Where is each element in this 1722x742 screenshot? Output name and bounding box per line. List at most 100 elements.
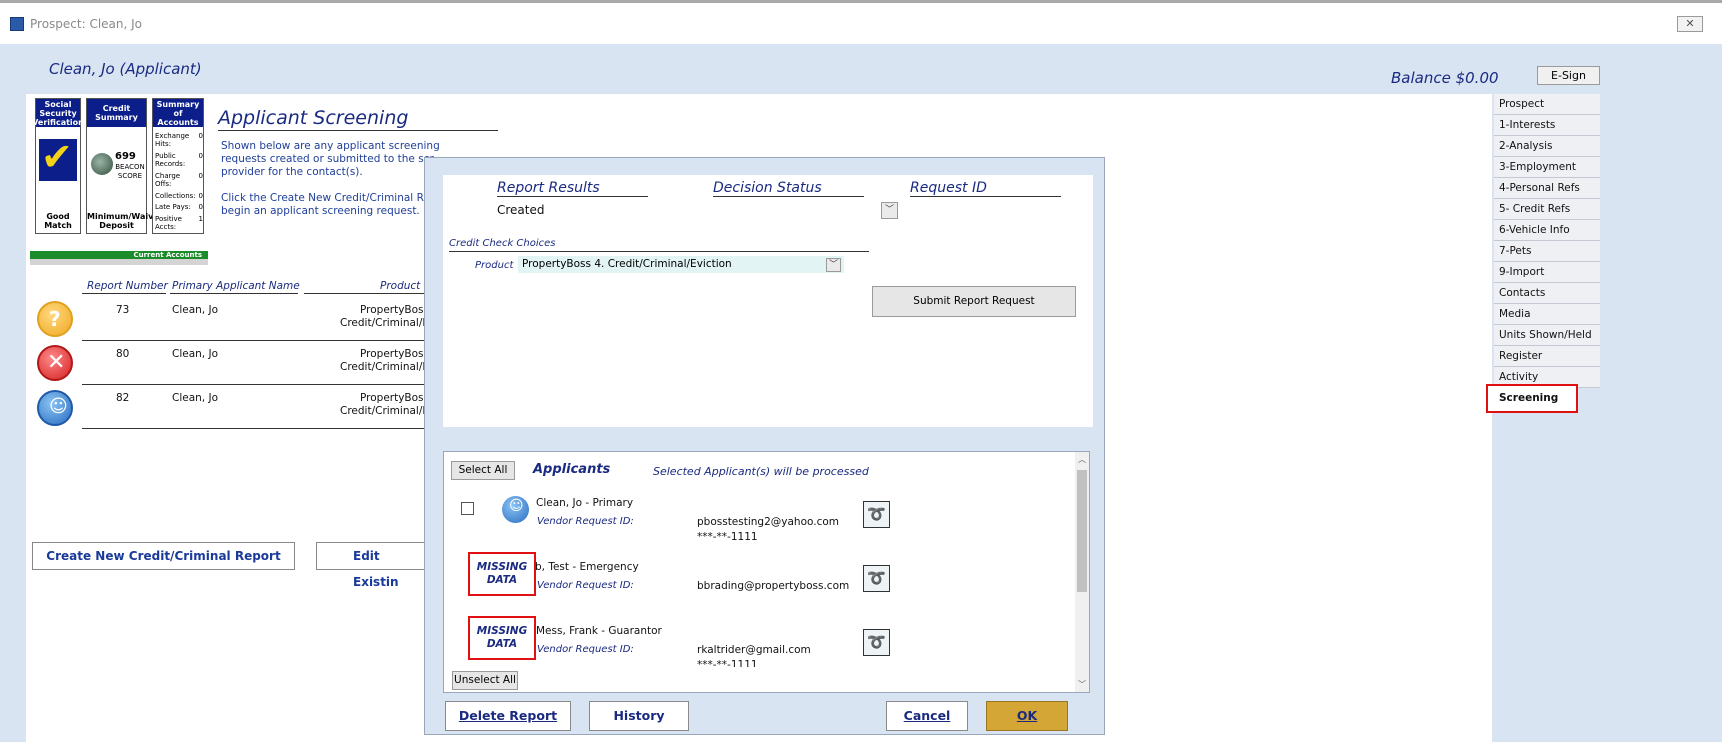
- checkmark-icon: ✔: [39, 135, 77, 181]
- credit-check-label: Credit Check Choices: [449, 238, 556, 249]
- applicant-ssn: ***-**-1111: [697, 659, 758, 667]
- vendor-request-label: Vendor Request ID:: [537, 580, 634, 591]
- nav-item-media[interactable]: Media: [1494, 304, 1600, 325]
- tile-title: Credit Summary: [87, 99, 146, 127]
- person-icon: ☺: [37, 390, 73, 426]
- nav-item-analysis[interactable]: 2-Analysis: [1494, 136, 1600, 157]
- product-label: Product: [475, 260, 514, 271]
- attachment-icon[interactable]: ➰: [863, 629, 890, 656]
- col-report-number: Report Number: [87, 280, 168, 292]
- nav-item-pets[interactable]: 7-Pets: [1494, 241, 1600, 262]
- history-button[interactable]: History: [589, 701, 689, 731]
- divider: [497, 196, 648, 197]
- scroll-down-icon[interactable]: ﹀: [1075, 678, 1089, 692]
- credit-summary-tile[interactable]: Credit Summary 699 BEACON SCORE Minimum/…: [86, 98, 159, 234]
- nav-item-personal-refs[interactable]: 4-Personal Refs: [1494, 178, 1600, 199]
- nav-item-employment[interactable]: 3-Employment: [1494, 157, 1600, 178]
- product-name: Credit/Criminal/E: [340, 361, 430, 373]
- missing-data-badge: MISSING DATA: [468, 616, 536, 660]
- cancel-button[interactable]: Cancel: [886, 701, 968, 731]
- description-line: Shown below are any applicant screening: [221, 140, 440, 152]
- ok-button[interactable]: OK: [986, 701, 1068, 731]
- chevron-down-icon: ﹀: [884, 205, 894, 215]
- delete-report-button[interactable]: Delete Report: [445, 701, 571, 731]
- person-icon: ☺: [502, 496, 529, 523]
- applicant-checkbox[interactable]: [461, 502, 474, 515]
- score-gauge-icon: [91, 153, 113, 175]
- divider: [170, 293, 298, 294]
- decision-status-label: Decision Status: [713, 180, 822, 196]
- summary-row: Exchange Hits: 0: [155, 132, 203, 148]
- window-title: Prospect: Clean, Jo: [30, 17, 143, 31]
- request-id-label: Request ID: [910, 180, 987, 196]
- summary-row: Collections: 0: [155, 192, 203, 200]
- submit-report-button[interactable]: Submit Report Request: [872, 286, 1076, 317]
- product-dropdown-button[interactable]: ﹀: [826, 258, 841, 272]
- chevron-down-icon: ﹀: [828, 260, 838, 270]
- col-primary-name: Primary Applicant Name: [172, 280, 300, 292]
- nav-item-register[interactable]: Register: [1494, 346, 1600, 367]
- row-divider: [82, 384, 442, 385]
- divider: [82, 293, 166, 294]
- description-line: Click the Create New Credit/Criminal Re: [221, 192, 430, 204]
- question-icon: ?: [37, 301, 73, 337]
- applicant-name: Mess, Frank - Guarantor: [536, 625, 662, 637]
- close-button[interactable]: ✕: [1677, 16, 1703, 32]
- nav-item-contacts[interactable]: Contacts: [1494, 283, 1600, 304]
- missing-data-badge: MISSING DATA: [468, 552, 536, 596]
- report-results-value: Created: [497, 203, 545, 217]
- attachment-icon[interactable]: ➰: [863, 501, 890, 528]
- error-x-icon: ✕: [37, 345, 73, 381]
- summary-accounts-tile[interactable]: Summary of Accounts Exchange Hits: 0 Publ…: [152, 98, 204, 234]
- select-all-button[interactable]: Select All: [451, 461, 515, 480]
- product-name: PropertyBoss: [360, 392, 429, 404]
- window-titlebar: Prospect: Clean, Jo ✕: [0, 0, 1722, 44]
- current-accounts-cells: [30, 259, 208, 265]
- report-number: 73: [116, 304, 130, 316]
- tile-result: Good Match: [44, 212, 72, 230]
- scroll-up-icon[interactable]: ︿: [1075, 453, 1089, 467]
- summary-row: Late Pays: 0: [155, 203, 203, 211]
- applicant-email: rkaltrider@gmail.com: [697, 644, 811, 656]
- applicant-name: b, Test - Emergency: [535, 561, 639, 573]
- applicant-name: Clean, Jo: [172, 348, 218, 360]
- page-title: Applicant Screening: [218, 107, 409, 129]
- description-line: provider for the contact(s).: [221, 166, 363, 178]
- app-icon: [10, 17, 24, 31]
- report-number: 82: [116, 392, 130, 404]
- tile-result: Minimum/Waive Deposit: [87, 212, 159, 230]
- nav-item-prospect[interactable]: Prospect: [1494, 94, 1600, 115]
- credit-score: 699: [115, 151, 136, 162]
- tile-title: Summary of Accounts: [153, 99, 203, 127]
- nav-item-credit-refs[interactable]: 5- Credit Refs: [1494, 199, 1600, 220]
- ssn-verification-tile[interactable]: Social Security Verification ✔ Good Matc…: [32, 98, 84, 234]
- nav-item-units-shown[interactable]: Units Shown/Held: [1494, 325, 1600, 346]
- nav-item-vehicle-info[interactable]: 6-Vehicle Info: [1494, 220, 1600, 241]
- row-divider: [82, 428, 442, 429]
- balance-label: Balance $0.00: [1391, 69, 1499, 87]
- decision-status-dropdown[interactable]: ﹀: [881, 202, 898, 219]
- applicant-name: Clean, Jo - Primary: [536, 497, 634, 509]
- nav-item-interests[interactable]: 1-Interests: [1494, 115, 1600, 136]
- nav-item-screening[interactable]: Screening: [1486, 384, 1578, 413]
- report-results-label: Report Results: [497, 180, 600, 196]
- tile-title: Social Security Verification: [32, 99, 84, 127]
- vendor-request-label: Vendor Request ID:: [537, 516, 634, 527]
- summary-row: Public Records: 0: [155, 152, 203, 168]
- description-line: begin an applicant screening request.: [221, 205, 420, 217]
- esign-button[interactable]: E-Sign: [1537, 66, 1600, 85]
- applicants-title: Applicants: [533, 462, 611, 477]
- edit-existing-button[interactable]: Edit Existin: [316, 542, 424, 589]
- applicant-email: bbrading@propertyboss.com: [697, 580, 850, 592]
- description-line: requests created or submitted to the scr: [221, 153, 434, 165]
- attachment-icon[interactable]: ➰: [863, 565, 890, 592]
- nav-item-import[interactable]: 9-Import: [1494, 262, 1600, 283]
- summary-row: Charge Offs: 0: [155, 172, 203, 188]
- applicants-note: Selected Applicant(s) will be processed: [653, 465, 869, 478]
- product-select[interactable]: PropertyBoss 4. Credit/Criminal/Eviction: [518, 256, 844, 273]
- create-report-button[interactable]: Create New Credit/Criminal Report: [32, 542, 295, 570]
- unselect-all-button[interactable]: Unselect All: [452, 671, 518, 690]
- close-icon: ✕: [1685, 17, 1695, 30]
- divider: [218, 130, 498, 131]
- scroll-thumb[interactable]: [1077, 470, 1087, 592]
